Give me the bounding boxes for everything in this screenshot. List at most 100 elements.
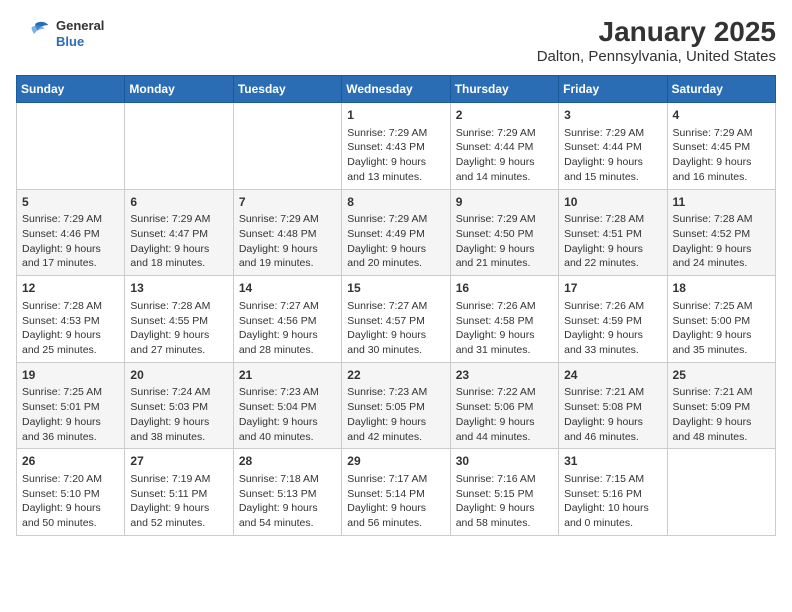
day-info: Sunrise: 7:29 AM Sunset: 4:44 PM Dayligh…	[564, 126, 661, 185]
day-number: 24	[564, 367, 661, 384]
day-number: 2	[456, 107, 553, 124]
day-number: 9	[456, 194, 553, 211]
day-number: 5	[22, 194, 119, 211]
day-info: Sunrise: 7:22 AM Sunset: 5:06 PM Dayligh…	[456, 385, 553, 444]
day-info: Sunrise: 7:27 AM Sunset: 4:56 PM Dayligh…	[239, 299, 336, 358]
day-info: Sunrise: 7:20 AM Sunset: 5:10 PM Dayligh…	[22, 472, 119, 531]
title-block: January 2025 Dalton, Pennsylvania, Unite…	[537, 16, 776, 65]
day-info: Sunrise: 7:26 AM Sunset: 4:58 PM Dayligh…	[456, 299, 553, 358]
week-row-2: 12 Sunrise: 7:28 AM Sunset: 4:53 PM Dayli…	[17, 276, 776, 363]
week-row-3: 19Sunrise: 7:25 AM Sunset: 5:01 PM Dayli…	[17, 362, 776, 449]
calendar-cell: 16 Sunrise: 7:26 AM Sunset: 4:58 PM Dayli…	[450, 276, 558, 363]
day-number: 13	[130, 280, 227, 297]
calendar-body: 1Sunrise: 7:29 AM Sunset: 4:43 PM Daylig…	[17, 103, 776, 536]
day-number: 21	[239, 367, 336, 384]
calendar-cell: 24Sunrise: 7:21 AM Sunset: 5:08 PM Dayli…	[559, 362, 667, 449]
page-title: January 2025	[537, 16, 776, 48]
day-info: Sunrise: 7:29 AM Sunset: 4:44 PM Dayligh…	[456, 126, 553, 185]
day-info: Sunrise: 7:25 AM Sunset: 5:00 PM Dayligh…	[673, 299, 770, 358]
calendar-cell: 26Sunrise: 7:20 AM Sunset: 5:10 PM Dayli…	[17, 449, 125, 536]
day-number: 25	[673, 367, 770, 384]
header-cell-friday: Friday	[559, 76, 667, 103]
calendar-cell: 1Sunrise: 7:29 AM Sunset: 4:43 PM Daylig…	[342, 103, 450, 190]
day-info: Sunrise: 7:21 AM Sunset: 5:09 PM Dayligh…	[673, 385, 770, 444]
day-number: 22	[347, 367, 444, 384]
day-info: Sunrise: 7:23 AM Sunset: 5:05 PM Dayligh…	[347, 385, 444, 444]
calendar-cell	[17, 103, 125, 190]
header-cell-thursday: Thursday	[450, 76, 558, 103]
day-number: 12	[22, 280, 119, 297]
logo-blue: Blue	[56, 34, 104, 50]
header-cell-sunday: Sunday	[17, 76, 125, 103]
day-info: Sunrise: 7:19 AM Sunset: 5:11 PM Dayligh…	[130, 472, 227, 531]
week-row-0: 1Sunrise: 7:29 AM Sunset: 4:43 PM Daylig…	[17, 103, 776, 190]
calendar-table: SundayMondayTuesdayWednesdayThursdayFrid…	[16, 75, 776, 536]
calendar-cell: 25Sunrise: 7:21 AM Sunset: 5:09 PM Dayli…	[667, 362, 775, 449]
calendar-cell	[667, 449, 775, 536]
day-number: 6	[130, 194, 227, 211]
day-number: 15	[347, 280, 444, 297]
calendar-cell: 5Sunrise: 7:29 AM Sunset: 4:46 PM Daylig…	[17, 189, 125, 276]
calendar-header: SundayMondayTuesdayWednesdayThursdayFrid…	[17, 76, 776, 103]
header-row: SundayMondayTuesdayWednesdayThursdayFrid…	[17, 76, 776, 103]
day-number: 10	[564, 194, 661, 211]
day-number: 29	[347, 453, 444, 470]
day-number: 19	[22, 367, 119, 384]
calendar-cell: 19Sunrise: 7:25 AM Sunset: 5:01 PM Dayli…	[17, 362, 125, 449]
day-number: 16	[456, 280, 553, 297]
calendar-cell: 22Sunrise: 7:23 AM Sunset: 5:05 PM Dayli…	[342, 362, 450, 449]
day-info: Sunrise: 7:29 AM Sunset: 4:47 PM Dayligh…	[130, 212, 227, 271]
header-cell-wednesday: Wednesday	[342, 76, 450, 103]
calendar-cell: 12 Sunrise: 7:28 AM Sunset: 4:53 PM Dayli…	[17, 276, 125, 363]
day-info: Sunrise: 7:29 AM Sunset: 4:48 PM Dayligh…	[239, 212, 336, 271]
day-info: Sunrise: 7:16 AM Sunset: 5:15 PM Dayligh…	[456, 472, 553, 531]
calendar-cell: 27Sunrise: 7:19 AM Sunset: 5:11 PM Dayli…	[125, 449, 233, 536]
day-number: 30	[456, 453, 553, 470]
logo-general: General	[56, 18, 104, 34]
day-info: Sunrise: 7:26 AM Sunset: 4:59 PM Dayligh…	[564, 299, 661, 358]
day-info: Sunrise: 7:29 AM Sunset: 4:46 PM Dayligh…	[22, 212, 119, 271]
day-number: 31	[564, 453, 661, 470]
day-info: Sunrise: 7:23 AM Sunset: 5:04 PM Dayligh…	[239, 385, 336, 444]
calendar-cell: 29 Sunrise: 7:17 AM Sunset: 5:14 PM Dayli…	[342, 449, 450, 536]
day-info: Sunrise: 7:25 AM Sunset: 5:01 PM Dayligh…	[22, 385, 119, 444]
logo: General Blue	[16, 16, 104, 52]
day-info: Sunrise: 7:29 AM Sunset: 4:43 PM Dayligh…	[347, 126, 444, 185]
day-info: Sunrise: 7:28 AM Sunset: 4:53 PM Dayligh…	[22, 299, 119, 358]
day-info: Sunrise: 7:15 AM Sunset: 5:16 PM Dayligh…	[564, 472, 661, 531]
calendar-cell: 10Sunrise: 7:28 AM Sunset: 4:51 PM Dayli…	[559, 189, 667, 276]
day-number: 23	[456, 367, 553, 384]
calendar-cell: 14 Sunrise: 7:27 AM Sunset: 4:56 PM Dayli…	[233, 276, 341, 363]
day-info: Sunrise: 7:29 AM Sunset: 4:49 PM Dayligh…	[347, 212, 444, 271]
calendar-cell: 31 Sunrise: 7:15 AM Sunset: 5:16 PM Dayli…	[559, 449, 667, 536]
day-number: 14	[239, 280, 336, 297]
day-number: 18	[673, 280, 770, 297]
page-subtitle: Dalton, Pennsylvania, United States	[537, 48, 776, 65]
calendar-cell: 20Sunrise: 7:24 AM Sunset: 5:03 PM Dayli…	[125, 362, 233, 449]
calendar-cell: 9Sunrise: 7:29 AM Sunset: 4:50 PM Daylig…	[450, 189, 558, 276]
page-header: General Blue January 2025 Dalton, Pennsy…	[16, 16, 776, 65]
day-info: Sunrise: 7:17 AM Sunset: 5:14 PM Dayligh…	[347, 472, 444, 531]
header-cell-monday: Monday	[125, 76, 233, 103]
calendar-cell: 23Sunrise: 7:22 AM Sunset: 5:06 PM Dayli…	[450, 362, 558, 449]
day-info: Sunrise: 7:28 AM Sunset: 4:52 PM Dayligh…	[673, 212, 770, 271]
calendar-cell: 2 Sunrise: 7:29 AM Sunset: 4:44 PM Daylig…	[450, 103, 558, 190]
day-number: 4	[673, 107, 770, 124]
day-info: Sunrise: 7:18 AM Sunset: 5:13 PM Dayligh…	[239, 472, 336, 531]
calendar-cell	[125, 103, 233, 190]
calendar-cell: 18 Sunrise: 7:25 AM Sunset: 5:00 PM Dayli…	[667, 276, 775, 363]
day-number: 17	[564, 280, 661, 297]
day-number: 3	[564, 107, 661, 124]
calendar-cell: 11Sunrise: 7:28 AM Sunset: 4:52 PM Dayli…	[667, 189, 775, 276]
day-number: 11	[673, 194, 770, 211]
day-number: 20	[130, 367, 227, 384]
day-info: Sunrise: 7:21 AM Sunset: 5:08 PM Dayligh…	[564, 385, 661, 444]
day-info: Sunrise: 7:28 AM Sunset: 4:51 PM Dayligh…	[564, 212, 661, 271]
calendar-cell: 8Sunrise: 7:29 AM Sunset: 4:49 PM Daylig…	[342, 189, 450, 276]
day-info: Sunrise: 7:27 AM Sunset: 4:57 PM Dayligh…	[347, 299, 444, 358]
calendar-cell: 4Sunrise: 7:29 AM Sunset: 4:45 PM Daylig…	[667, 103, 775, 190]
calendar-cell: 28Sunrise: 7:18 AM Sunset: 5:13 PM Dayli…	[233, 449, 341, 536]
calendar-cell: 13Sunrise: 7:28 AM Sunset: 4:55 PM Dayli…	[125, 276, 233, 363]
logo-text: General Blue	[56, 18, 104, 49]
day-number: 8	[347, 194, 444, 211]
